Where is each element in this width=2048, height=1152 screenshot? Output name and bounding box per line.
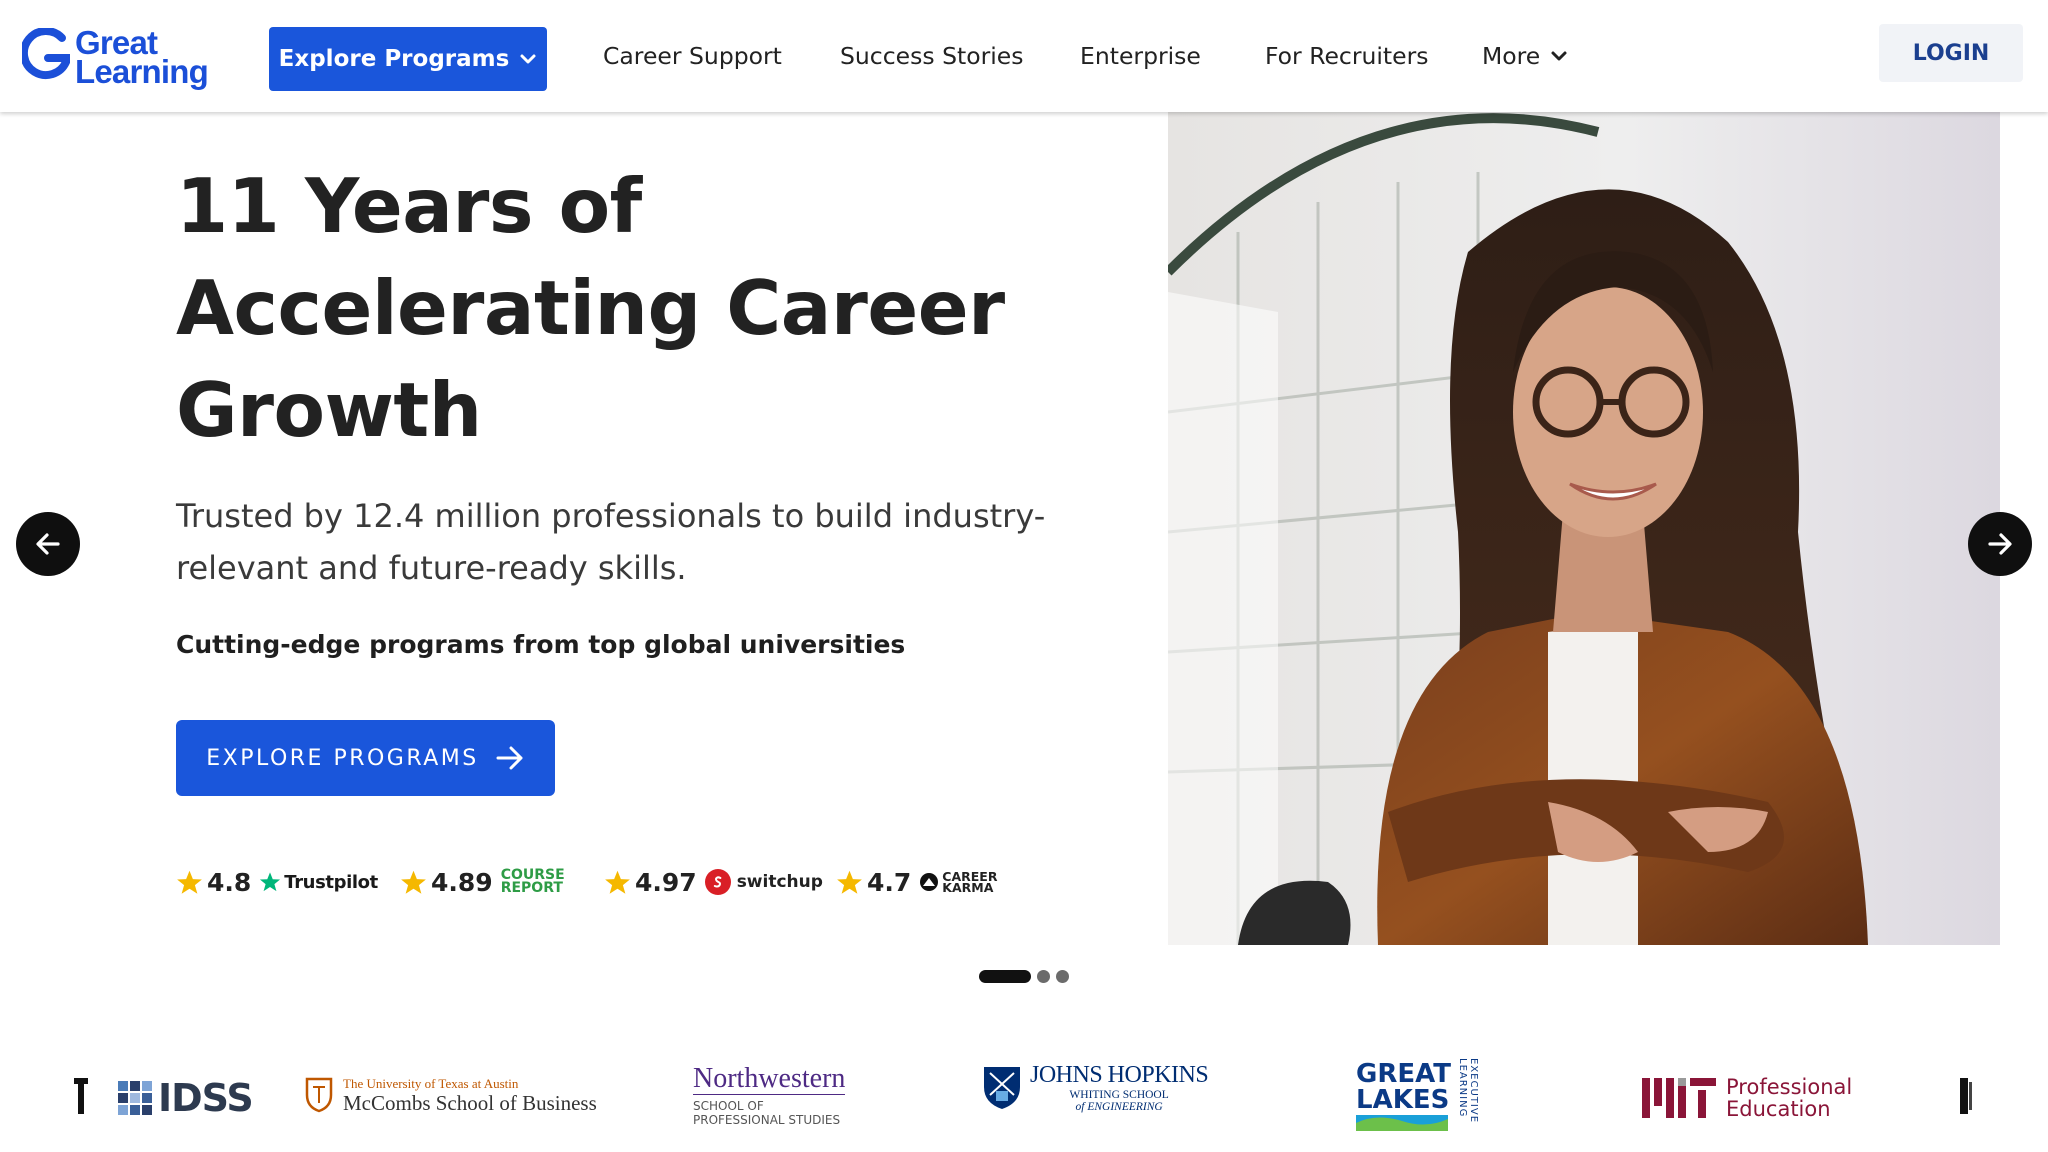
carousel-next-button[interactable] bbox=[1968, 512, 2032, 576]
logo-line2: Learning bbox=[75, 53, 209, 90]
chevron-down-icon bbox=[520, 54, 536, 64]
explore-programs-dropdown[interactable]: Explore Programs bbox=[269, 27, 547, 91]
great-lakes-logo: GREAT LAKES EXECUTIVE LEARNING bbox=[1356, 1058, 1479, 1134]
chevron-down-icon bbox=[1551, 51, 1567, 61]
mccombs-line: The University of Texas at Austin bbox=[343, 1076, 519, 1091]
switchup-logo: switchup bbox=[736, 872, 823, 892]
carousel-dot-3[interactable] bbox=[1056, 970, 1069, 983]
hero-subtitle: Trusted by 12.4 million professionals to… bbox=[176, 490, 1076, 594]
great-lakes-waves-icon bbox=[1356, 1115, 1448, 1131]
career-karma-logo: CAREER KARMA bbox=[942, 870, 997, 895]
northwestern-line: PROFESSIONAL STUDIES bbox=[693, 1113, 841, 1127]
site-header: Great Learning Explore Programs Career S… bbox=[0, 0, 2048, 112]
rating-course-report: 4.89 COURSE REPORT bbox=[400, 862, 565, 902]
hero-subtitle-line: Trusted by 12.4 million professionals to… bbox=[176, 497, 1046, 535]
great-lakes-line: LAKES bbox=[1356, 1085, 1450, 1115]
mccombs-logo: The University of Texas at Austin McComb… bbox=[305, 1076, 597, 1114]
switchup-logo-icon bbox=[704, 869, 731, 895]
great-learning-g-icon bbox=[22, 28, 70, 79]
nav-success-stories[interactable]: Success Stories bbox=[840, 36, 1023, 76]
rating-value: 4.89 bbox=[431, 867, 493, 897]
jhu-line: WHITING SCHOOL bbox=[1069, 1089, 1169, 1101]
carousel-prev-button[interactable] bbox=[16, 512, 80, 576]
login-button[interactable]: LOGIN bbox=[1879, 24, 2023, 82]
hero-title-line: 11 Years of bbox=[176, 162, 642, 250]
rating-value: 4.8 bbox=[207, 867, 252, 897]
university-logo-strip: IDSS The University of Texas at Austin M… bbox=[0, 1040, 2048, 1152]
mit-mark-icon bbox=[1642, 1078, 1716, 1118]
career-karma-icon bbox=[920, 873, 939, 891]
star-icon bbox=[401, 870, 426, 894]
carousel-dot-1[interactable] bbox=[979, 970, 1031, 983]
nav-enterprise[interactable]: Enterprise bbox=[1080, 36, 1201, 76]
hero-subtitle-line: relevant and future-ready skills. bbox=[176, 549, 687, 587]
star-icon bbox=[605, 870, 630, 894]
trustpilot-logo: Trustpilot bbox=[284, 871, 378, 893]
idss-text: IDSS bbox=[158, 1076, 254, 1120]
trustpilot-star-icon bbox=[260, 872, 281, 892]
great-learning-logo[interactable]: Great Learning bbox=[22, 26, 209, 90]
johns-hopkins-logo: JOHNS HOPKINS WHITING SCHOOL of ENGINEER… bbox=[982, 1062, 1209, 1113]
jhu-line: JOHNS HOPKINS bbox=[1030, 1062, 1209, 1088]
rating-switchup: 4.97 switchup bbox=[604, 862, 823, 902]
star-icon bbox=[837, 870, 862, 894]
northwestern-line: Northwestern bbox=[693, 1063, 846, 1095]
nav-label: Success Stories bbox=[840, 42, 1024, 70]
course-report-logo: COURSE REPORT bbox=[500, 868, 565, 896]
nav-for-recruiters[interactable]: For Recruiters bbox=[1265, 36, 1429, 76]
nav-career-support[interactable]: Career Support bbox=[603, 36, 782, 76]
explore-programs-label: Explore Programs bbox=[278, 46, 510, 72]
star-icon bbox=[177, 870, 202, 894]
course-report-line: REPORT bbox=[500, 880, 563, 896]
nav-label: For Recruiters bbox=[1265, 42, 1429, 70]
mit-line: Professional bbox=[1726, 1075, 1853, 1099]
jhu-shield-icon bbox=[984, 1066, 1020, 1109]
mit-line: Education bbox=[1726, 1097, 1831, 1121]
nav-label: More bbox=[1482, 42, 1541, 70]
rating-value: 4.7 bbox=[867, 867, 912, 897]
mccombs-line: McCombs School of Business bbox=[343, 1091, 597, 1115]
hero-image bbox=[1168, 112, 2000, 945]
arrow-right-icon bbox=[1988, 533, 2012, 555]
arrow-left-icon bbox=[36, 533, 60, 555]
ut-shield-icon bbox=[305, 1077, 333, 1113]
idss-logo: IDSS bbox=[118, 1076, 254, 1120]
great-lakes-side-text: EXECUTIVE LEARNING bbox=[1456, 1058, 1479, 1124]
great-lakes-line: GREAT bbox=[1356, 1059, 1451, 1089]
cta-label: EXPLORE PROGRAMS bbox=[206, 745, 479, 771]
idss-mark-icon bbox=[118, 1081, 152, 1115]
hero-photo-illustration bbox=[1168, 112, 2000, 945]
carousel-pagination bbox=[979, 970, 1069, 983]
carousel-dot-2[interactable] bbox=[1037, 970, 1050, 983]
northwestern-logo: Northwestern SCHOOL OF PROFESSIONAL STUD… bbox=[693, 1063, 846, 1127]
rating-trustpilot: 4.8 Trustpilot bbox=[176, 862, 378, 902]
explore-programs-cta-button[interactable]: EXPLORE PROGRAMS bbox=[176, 720, 555, 796]
nav-label: Enterprise bbox=[1080, 42, 1201, 70]
partial-logo-right bbox=[1960, 1078, 1974, 1114]
hero-title-line: Growth bbox=[176, 366, 482, 454]
northwestern-line: SCHOOL OF bbox=[693, 1099, 764, 1113]
nav-more-dropdown[interactable]: More bbox=[1482, 36, 1568, 76]
rating-value: 4.97 bbox=[635, 867, 697, 897]
hero-title: 11 Years of Accelerating Career Growth bbox=[176, 155, 1005, 461]
hero-tagline: Cutting-edge programs from top global un… bbox=[176, 630, 906, 659]
hero-title-line: Accelerating Career bbox=[176, 264, 1005, 352]
arrow-right-icon bbox=[496, 746, 523, 770]
nav-label: Career Support bbox=[603, 42, 782, 70]
rating-career-karma: 4.7 CAREER KARMA bbox=[836, 862, 997, 902]
jhu-line: of ENGINEERING bbox=[1075, 1101, 1163, 1113]
partial-logo-left bbox=[72, 1078, 88, 1114]
mit-professional-education-logo: Professional Education bbox=[1642, 1076, 1852, 1120]
career-karma-line: KARMA bbox=[942, 880, 994, 895]
